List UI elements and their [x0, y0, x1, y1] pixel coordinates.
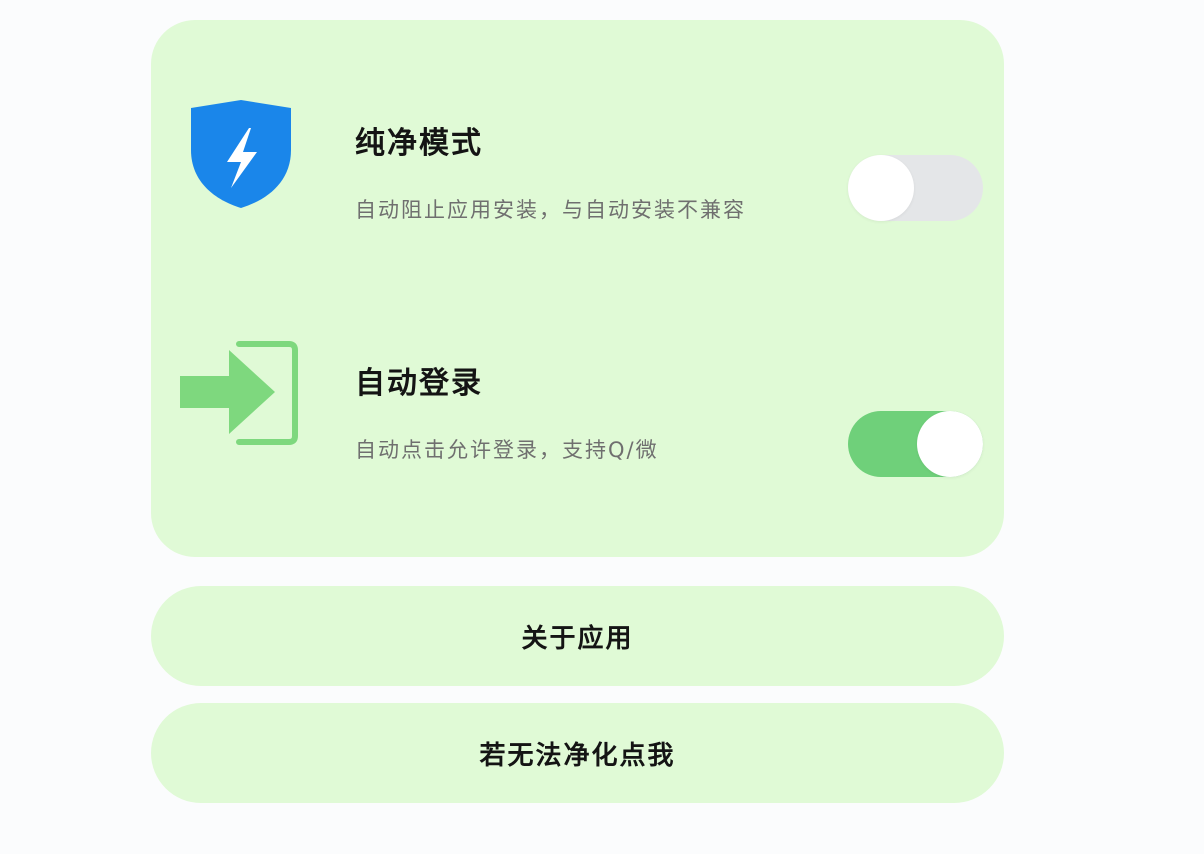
auto-login-description: 自动点击允许登录，支持Q/微 [355, 438, 659, 462]
auto-login-title: 自动登录 [355, 366, 483, 401]
settings-card: 纯净模式 自动阻止应用安装，与自动安装不兼容 自动登录 自动点击允许登录，支持Q… [151, 20, 1004, 557]
about-app-button[interactable]: 关于应用 [151, 586, 1004, 686]
pure-mode-title: 纯净模式 [355, 126, 483, 161]
auto-login-toggle[interactable] [848, 411, 983, 477]
cannot-clean-button[interactable]: 若无法净化点我 [151, 703, 1004, 803]
pure-mode-toggle[interactable] [848, 155, 983, 221]
pure-mode-setting: 纯净模式 自动阻止应用安装，与自动安装不兼容 [151, 100, 1004, 240]
toggle-knob [848, 155, 914, 221]
shield-lightning-icon [179, 100, 309, 220]
pure-mode-description: 自动阻止应用安装，与自动安装不兼容 [355, 198, 746, 222]
auto-login-setting: 自动登录 自动点击允许登录，支持Q/微 [151, 338, 1004, 478]
toggle-knob [917, 411, 983, 477]
login-arrow-icon [177, 340, 307, 460]
